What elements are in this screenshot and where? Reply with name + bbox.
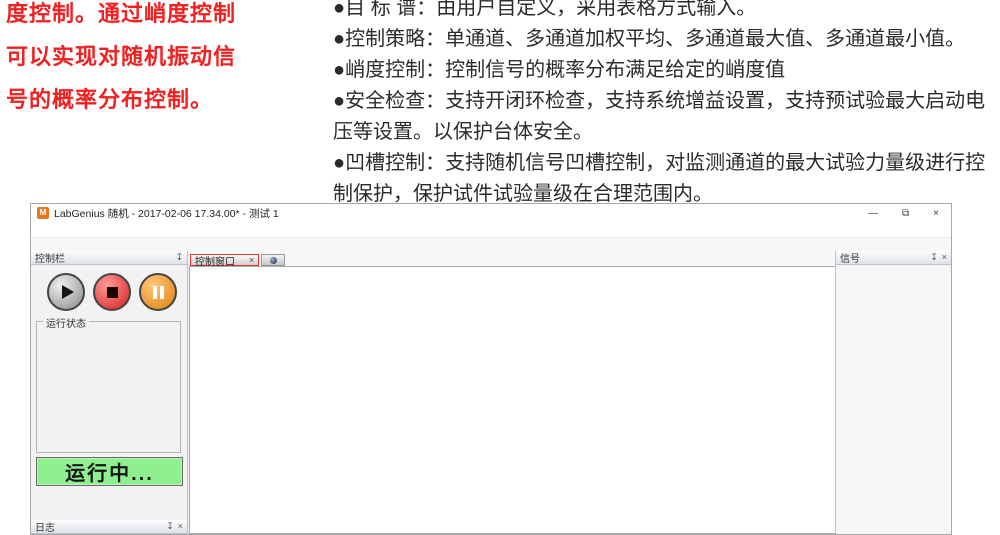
run-status-title: 运行状态 [43, 315, 89, 330]
labgenius-window: M LabGenius 随机 - 2017-02-06 17.34.00* - … [30, 203, 952, 535]
log-panel-header: 日志 ↧ × [31, 520, 187, 534]
window-title: LabGenius 随机 - 2017-02-06 17.34.00* - 测试… [54, 206, 279, 221]
tab-snapshot[interactable] [261, 254, 285, 266]
log-panel-title: 日志 [35, 519, 55, 534]
close-icon[interactable]: × [942, 252, 947, 263]
charts-container [189, 266, 837, 534]
pause-button[interactable] [139, 273, 177, 311]
feature-bullet-list: ●目 标 谱：由用户自定义，采用表格方式输入。●控制策略：单通道、多通道加权平均… [333, 0, 1000, 210]
tab-control-window[interactable]: 控制窗口 × [190, 254, 259, 266]
signal-panel: 信号 ↧ × [835, 251, 951, 534]
red-line-1: 度控制。通过峭度控制 [6, 0, 336, 35]
tab-close-icon[interactable]: × [249, 255, 254, 265]
bullet-line-5: 压等设置。以保护台体安全。 [333, 117, 1000, 148]
run-status-group: 运行状态 [36, 321, 181, 453]
control-panel-header: 控制栏 ↧ [31, 251, 187, 265]
pin-icon[interactable]: ↧ [175, 252, 183, 263]
kurtosis-description-text: 度控制。通过峭度控制 可以实现对随机振动信 号的概率分布控制。 [6, 0, 336, 121]
pin-icon[interactable]: ↧ [930, 252, 938, 263]
restore-button[interactable]: ⧉ [902, 208, 909, 219]
chart-tab-bar: 控制窗口 × [189, 253, 837, 266]
minimize-button[interactable]: — [868, 208, 878, 219]
stop-icon [107, 287, 118, 298]
control-panel-title: 控制栏 [35, 250, 65, 265]
window-controls: — ⧉ × [868, 208, 945, 219]
bullet-line-3: ●峭度控制：控制信号的概率分布满足给定的峭度值 [333, 55, 1000, 86]
bullet-line-4: ●安全检查：支持开闭环检查，支持系统增益设置，支持预试验最大启动电 [333, 86, 1000, 117]
pause-icon [153, 286, 164, 299]
close-icon[interactable]: × [178, 521, 183, 532]
menu-bar [31, 222, 951, 238]
running-status-box: 运行中... [36, 457, 183, 486]
title-bar[interactable]: M LabGenius 随机 - 2017-02-06 17.34.00* - … [31, 204, 951, 222]
close-button[interactable]: × [933, 208, 939, 219]
signal-panel-title: 信号 [840, 250, 860, 265]
red-line-3: 号的概率分布控制。 [6, 78, 336, 121]
pin-icon[interactable]: ↧ [166, 521, 174, 532]
camera-icon [270, 257, 277, 264]
red-line-2: 可以实现对随机振动信 [6, 35, 336, 78]
chart-workspace: 控制窗口 × [189, 253, 837, 534]
control-panel: 控制栏 ↧ 运行状态 运行中... 日志 ↧ × [31, 251, 188, 534]
bullet-line-6: ●凹槽控制：支持随机信号凹槽控制，对监测通道的最大试验力量级进行控 [333, 148, 1000, 179]
bullet-line-2: ●控制策略：单通道、多通道加权平均、多通道最大值、多通道最小值。 [333, 24, 1000, 55]
play-button[interactable] [47, 273, 85, 311]
bullet-line-1: ●目 标 谱：由用户自定义，采用表格方式输入。 [333, 0, 1000, 24]
signal-tree [836, 265, 951, 268]
transport-buttons [47, 273, 177, 311]
signal-panel-header: 信号 ↧ × [836, 251, 951, 265]
app-icon: M [37, 207, 49, 219]
stop-button[interactable] [93, 273, 131, 311]
play-icon [62, 285, 74, 299]
